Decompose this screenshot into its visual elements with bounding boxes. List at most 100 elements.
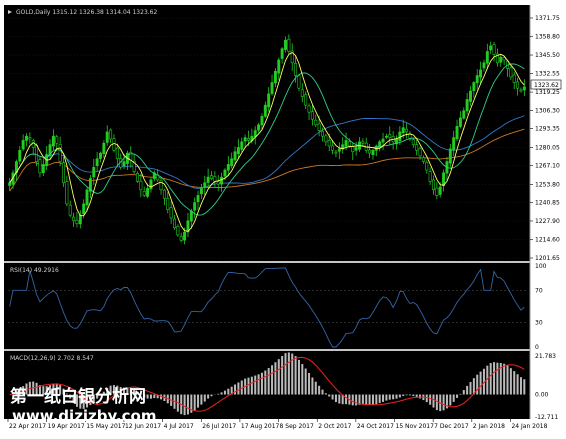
candle-body: [438, 186, 442, 195]
candle-body: [331, 145, 335, 151]
candle-body: [425, 161, 429, 171]
candle-body: [243, 137, 247, 142]
candle-body: [415, 144, 419, 151]
candle-body: [38, 159, 42, 174]
candle-body: [287, 38, 291, 52]
price-axis-labels: 1371.75 1358.80 1345.50 1332.55 1319.25 1306.…: [530, 15, 560, 262]
candle-body: [327, 140, 331, 147]
current-price-label: 1323.62: [534, 82, 559, 89]
candle-body: [489, 45, 493, 51]
candle-body: [304, 94, 308, 106]
watermark-url: www.dizizby.com: [12, 407, 156, 425]
chart-canvas[interactable]: 1371.75 1358.80 1345.50 1332.55 1319.25 1306.…: [0, 0, 566, 439]
candle-body: [65, 181, 69, 205]
candle-body: [300, 89, 304, 97]
candle-body: [499, 56, 503, 63]
price-axis-label: 1358.80: [535, 33, 560, 40]
candle-body: [230, 158, 234, 167]
candle-body: [109, 129, 113, 140]
candle-body: [381, 138, 385, 143]
candle-body: [418, 148, 422, 157]
macd-axis-label: -12.711: [535, 414, 558, 421]
candle-body: [334, 151, 338, 154]
candle-body: [448, 148, 452, 164]
time-axis-label: 4 Jul 2017: [164, 423, 194, 430]
candle-body: [78, 214, 82, 225]
candle-body: [435, 187, 439, 196]
candle-body: [233, 151, 237, 161]
candle-body: [344, 140, 348, 147]
candle-body: [462, 110, 466, 119]
candle-body: [465, 99, 469, 112]
candle-body: [270, 82, 274, 94]
price-panel[interactable]: [4, 5, 530, 261]
candle-body: [183, 231, 187, 241]
candle-body: [516, 81, 520, 89]
candle-body: [162, 189, 166, 199]
price-axis-label: 1306.30: [535, 107, 560, 114]
price-axis-label: 1293.35: [535, 126, 560, 133]
candle-body: [82, 203, 86, 215]
time-axis-label: 26 Jul 2017: [202, 423, 236, 430]
candle-body: [294, 62, 298, 76]
candle-body: [519, 89, 523, 92]
price-axis-label: 1227.90: [535, 218, 560, 225]
candle-body: [51, 135, 55, 147]
rsi-axis-label: 100: [535, 263, 547, 270]
candle-body: [522, 86, 526, 91]
candle-body: [284, 39, 287, 50]
candle-body: [273, 70, 277, 84]
candle-body: [452, 137, 456, 151]
rsi-panel[interactable]: [4, 263, 530, 349]
candle-body: [260, 116, 264, 126]
candle-body: [8, 182, 12, 186]
candle-body: [139, 180, 143, 191]
price-axis-label: 1332.55: [535, 70, 560, 77]
candle-body: [92, 166, 96, 178]
candle-body: [324, 135, 328, 143]
candle-body: [371, 149, 375, 156]
candle-body: [354, 147, 358, 151]
candle-body: [72, 216, 76, 222]
candle-body: [257, 124, 261, 131]
candle-body: [166, 198, 170, 210]
candle-body: [421, 157, 425, 162]
price-axis-label: 1280.05: [535, 144, 560, 151]
candle-body: [475, 75, 479, 84]
candle-body: [18, 149, 22, 162]
candle-body: [432, 179, 435, 191]
candle-body: [142, 190, 146, 196]
price-axis-label: 1267.10: [535, 163, 560, 170]
time-axis-label: 7 Dec 2017: [434, 423, 469, 430]
price-axis-label: 1319.25: [535, 89, 560, 96]
candle-body: [398, 131, 402, 142]
candle-body: [411, 139, 415, 145]
candle-body: [220, 176, 224, 185]
candle-body: [310, 111, 314, 120]
candle-body: [307, 105, 311, 113]
candle-body: [99, 152, 102, 159]
candle-body: [41, 164, 45, 173]
candle-body: [405, 128, 409, 133]
watermark-title: 第一纸白银分析网: [10, 386, 146, 407]
candle-body: [428, 171, 432, 182]
price-axis-label: 1240.85: [535, 200, 560, 207]
candle-body: [479, 69, 483, 78]
candle-body: [509, 67, 513, 78]
candle-body: [485, 51, 489, 64]
candle-body: [58, 144, 62, 162]
candle-body: [21, 140, 25, 150]
candle-body: [297, 75, 301, 89]
candle-body: [169, 207, 173, 219]
price-axis-label: 1214.60: [535, 237, 560, 244]
macd-axis-label: 21.783: [535, 353, 556, 360]
rsi-panel-title: RSI(14) 49.2916: [10, 267, 59, 274]
price-panel-title: GOLD,Daily 1315.12 1326.38 1314.04 1323.…: [16, 9, 157, 16]
candle-body: [193, 202, 197, 211]
price-axis-label: 1253.80: [535, 181, 560, 188]
candle-body: [25, 135, 28, 141]
price-axis-label: 1201.65: [535, 255, 560, 262]
candle-body: [280, 48, 284, 59]
candle-body: [263, 104, 267, 117]
trading-terminal-chart[interactable]: 1371.75 1358.80 1345.50 1332.55 1319.25 1306.…: [0, 0, 566, 439]
